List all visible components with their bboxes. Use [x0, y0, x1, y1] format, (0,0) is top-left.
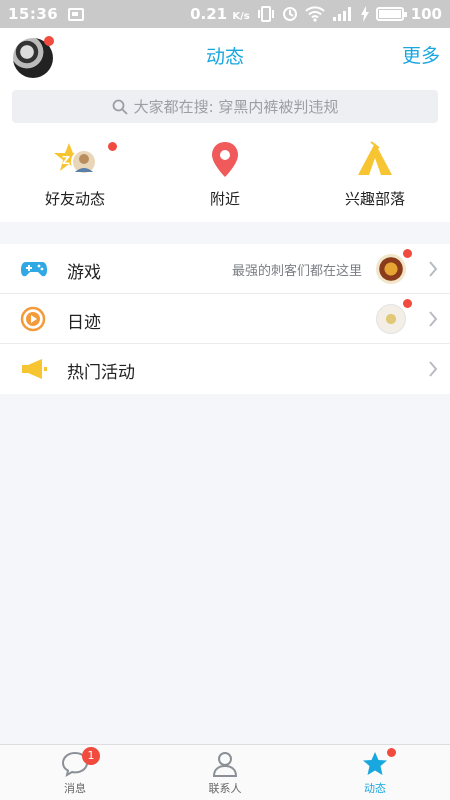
status-bar: 15:36 0.21 K/s 100 — [0, 0, 450, 28]
messages-badge: 1 — [82, 747, 100, 765]
list-item-games[interactable]: 游戏 最强的刺客们都在这里 — [0, 244, 450, 294]
list-item-events[interactable]: 热门活动 — [0, 344, 450, 394]
network-speed: 0.21 K/s — [190, 5, 250, 23]
play-circle-icon — [20, 306, 46, 332]
svg-text:Z: Z — [62, 154, 70, 167]
list-item-daily[interactable]: 日迹 — [0, 294, 450, 344]
tab-label: 联系人 — [208, 782, 242, 795]
quick-item-label: 兴趣部落 — [344, 190, 405, 208]
battery-icon — [375, 7, 407, 21]
quick-item-label: 好友动态 — [44, 190, 105, 208]
search-icon — [112, 99, 128, 115]
vibrate-icon — [257, 6, 274, 22]
charging-icon — [360, 6, 369, 22]
quick-item-tribes[interactable]: 兴趣部落 — [300, 130, 450, 222]
chevron-right-icon — [429, 361, 438, 377]
bottom-tab-bar: 1 消息 联系人 动态 — [0, 744, 450, 800]
search-section: 大家都在搜: 穿黑内裤被判违规 — [0, 80, 450, 130]
header: 动态 更多 — [0, 28, 450, 80]
friends-star-icon: Z — [54, 143, 97, 175]
alarm-icon — [282, 7, 297, 21]
gamepad-icon — [21, 262, 47, 277]
location-pin-icon — [212, 142, 238, 177]
chevron-right-icon — [429, 261, 438, 277]
daily-badge-dot — [403, 299, 412, 308]
quick-actions: Z 好友动态 附近 兴趣部落 — [0, 130, 450, 222]
search-bar[interactable]: 大家都在搜: 穿黑内裤被判违规 — [12, 90, 438, 123]
feature-list: 游戏 最强的刺客们都在这里 日迹 热门活动 — [0, 244, 450, 394]
list-item-subtitle: 最强的刺客们都在这里 — [231, 264, 362, 279]
megaphone-icon — [22, 359, 47, 379]
friends-badge-dot — [108, 142, 117, 151]
chevron-right-icon — [429, 311, 438, 327]
quick-item-friends[interactable]: Z 好友动态 — [0, 130, 150, 222]
feed-badge-dot — [387, 748, 396, 757]
list-item-label: 游戏 — [67, 263, 101, 283]
more-button[interactable]: 更多 — [402, 41, 440, 68]
network-speed-unit: K/s — [232, 11, 250, 22]
games-badge-dot — [403, 249, 412, 258]
tab-label: 消息 — [64, 782, 86, 795]
game-thumbnail — [376, 254, 406, 284]
network-speed-value: 0.21 — [190, 5, 228, 23]
tab-messages[interactable]: 1 消息 — [0, 745, 150, 800]
status-right: 0.21 K/s 100 — [190, 5, 442, 23]
search-placeholder: 大家都在搜: 穿黑内裤被判违规 — [133, 98, 339, 116]
status-time: 15:36 — [8, 5, 59, 23]
signal-icon — [332, 7, 351, 21]
tab-label: 动态 — [364, 782, 386, 795]
list-item-label: 日迹 — [67, 313, 101, 333]
tab-feed[interactable]: 动态 — [300, 745, 450, 800]
quick-item-label: 附近 — [209, 190, 240, 208]
tent-icon — [358, 141, 392, 175]
list-item-label: 热门活动 — [67, 363, 135, 383]
tab-contacts[interactable]: 联系人 — [150, 745, 300, 800]
person-icon — [212, 752, 238, 777]
star-icon — [363, 752, 387, 775]
page-title: 动态 — [205, 46, 244, 68]
battery-level: 100 — [410, 5, 442, 23]
notification-icon — [68, 7, 85, 21]
daily-thumbnail — [376, 304, 406, 334]
wifi-icon — [304, 6, 325, 22]
quick-item-nearby[interactable]: 附近 — [150, 130, 300, 222]
